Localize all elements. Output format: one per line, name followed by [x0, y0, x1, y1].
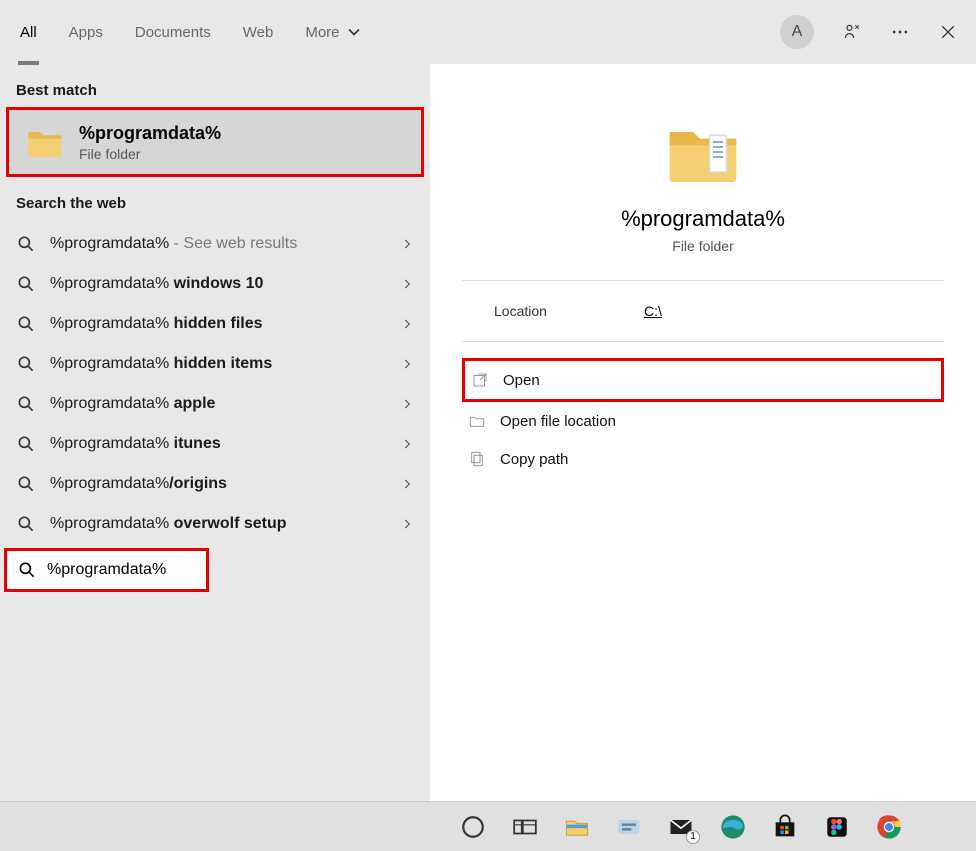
cortana-icon[interactable]: [458, 812, 488, 842]
location-value[interactable]: C:\: [644, 303, 662, 319]
action-open-label: Open: [503, 372, 540, 389]
web-result-text: %programdata% itunes: [50, 435, 386, 453]
action-copy-path-label: Copy path: [500, 451, 568, 468]
user-avatar[interactable]: A: [780, 15, 814, 49]
task-view-icon[interactable]: [510, 812, 540, 842]
figma-icon[interactable]: [822, 812, 852, 842]
location-label: Location: [494, 303, 644, 319]
tab-apps[interactable]: Apps: [67, 18, 105, 47]
web-result[interactable]: %programdata% hidden items: [6, 344, 424, 384]
tab-web[interactable]: Web: [241, 18, 276, 47]
chrome-icon[interactable]: [874, 812, 904, 842]
search-icon: [16, 514, 36, 534]
mail-icon[interactable]: 1: [666, 812, 696, 842]
chevron-right-icon[interactable]: [400, 437, 414, 451]
chevron-down-icon: [344, 22, 364, 42]
web-results-list: %programdata% - See web results %program…: [0, 220, 430, 544]
action-copy-path[interactable]: Copy path: [462, 440, 944, 478]
web-result-text: %programdata% hidden files: [50, 315, 386, 333]
web-result[interactable]: %programdata% - See web results: [6, 224, 424, 264]
chevron-right-icon[interactable]: [400, 517, 414, 531]
action-open[interactable]: Open: [462, 358, 944, 402]
chevron-right-icon[interactable]: [400, 277, 414, 291]
results-panel: Best match %programdata% File folder Sea…: [0, 64, 430, 544]
search-icon: [16, 234, 36, 254]
web-result[interactable]: %programdata% hidden files: [6, 304, 424, 344]
preview-actions: Open Open file location Copy path: [462, 342, 944, 478]
web-result[interactable]: %programdata%/origins: [6, 464, 424, 504]
taskbar: 1: [0, 801, 976, 851]
web-result[interactable]: %programdata% itunes: [6, 424, 424, 464]
tab-all[interactable]: All: [18, 18, 39, 47]
edge-icon[interactable]: [718, 812, 748, 842]
search-icon: [16, 274, 36, 294]
search-topbar: All Apps Documents Web More A: [0, 0, 976, 64]
search-icon: [16, 434, 36, 454]
best-match-subtitle: File folder: [79, 146, 221, 162]
action-open-location[interactable]: Open file location: [462, 402, 944, 440]
file-explorer-icon[interactable]: [562, 812, 592, 842]
best-match-label: Best match: [0, 64, 430, 107]
search-web-label: Search the web: [0, 177, 430, 220]
action-open-location-label: Open file location: [500, 413, 616, 430]
web-result-text: %programdata% windows 10: [50, 275, 386, 293]
tab-more[interactable]: More: [303, 16, 365, 48]
web-result-text: %programdata% overwolf setup: [50, 515, 386, 533]
close-icon[interactable]: [938, 22, 958, 42]
copy-icon: [468, 450, 486, 468]
chevron-right-icon[interactable]: [400, 477, 414, 491]
web-result-text: %programdata% hidden items: [50, 355, 386, 373]
folder-open-icon: [468, 412, 486, 430]
store-icon[interactable]: [770, 812, 800, 842]
chevron-right-icon[interactable]: [400, 237, 414, 251]
web-result[interactable]: %programdata% windows 10: [6, 264, 424, 304]
chevron-right-icon[interactable]: [400, 317, 414, 331]
chevron-right-icon[interactable]: [400, 397, 414, 411]
search-icon: [17, 560, 37, 580]
more-options-icon[interactable]: [890, 22, 910, 42]
web-result[interactable]: %programdata% apple: [6, 384, 424, 424]
feedback-icon[interactable]: [842, 22, 862, 42]
web-result-text: %programdata%/origins: [50, 475, 386, 493]
preview-title: %programdata%: [621, 206, 785, 232]
search-icon: [16, 394, 36, 414]
best-match-result[interactable]: %programdata% File folder: [6, 107, 424, 177]
search-icon: [16, 474, 36, 494]
topbar-actions: A: [780, 15, 958, 49]
chevron-right-icon[interactable]: [400, 357, 414, 371]
folder-icon: [25, 122, 65, 162]
folder-large-icon: [663, 112, 743, 192]
mail-badge: 1: [686, 830, 700, 844]
web-result[interactable]: %programdata% overwolf setup: [6, 504, 424, 544]
preview-subtitle: File folder: [672, 238, 733, 254]
search-icon: [16, 354, 36, 374]
tab-more-label: More: [305, 24, 339, 41]
search-icon: [16, 314, 36, 334]
preview-panel: %programdata% File folder Location C:\ O…: [430, 64, 976, 801]
tab-documents[interactable]: Documents: [133, 18, 213, 47]
web-result-text: %programdata% - See web results: [50, 235, 386, 253]
search-input[interactable]: [47, 561, 196, 579]
search-box[interactable]: [4, 548, 209, 592]
app-icon-1[interactable]: [614, 812, 644, 842]
best-match-title: %programdata%: [79, 123, 221, 144]
location-row: Location C:\: [462, 281, 944, 342]
filter-tabs: All Apps Documents Web More: [18, 16, 366, 48]
open-icon: [471, 371, 489, 389]
web-result-text: %programdata% apple: [50, 395, 386, 413]
